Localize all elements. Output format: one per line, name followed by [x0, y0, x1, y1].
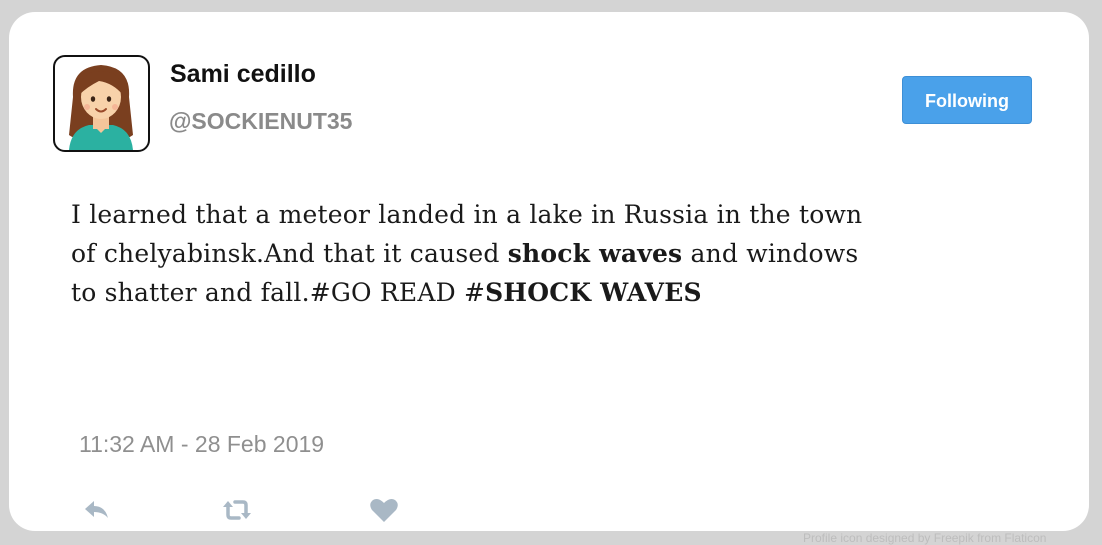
hashtag-shock-waves[interactable]: SHOCK WAVES	[485, 278, 702, 307]
user-handle[interactable]: @SOCKIENUT35	[169, 108, 352, 135]
tweet-line-3: to shatter and fall.#GO READ #SHOCK WAVE…	[71, 273, 1031, 312]
reply-button[interactable]	[79, 492, 115, 528]
tweet-actions	[65, 492, 465, 528]
like-button[interactable]	[366, 492, 402, 528]
retweet-icon	[223, 500, 251, 520]
user-display-name[interactable]: Sami cedillo	[170, 60, 316, 89]
girl-avatar-icon	[69, 65, 133, 150]
retweet-button[interactable]	[219, 492, 255, 528]
tweet-card: Sami cedillo @SOCKIENUT35 Following I le…	[9, 12, 1089, 531]
following-button[interactable]: Following	[902, 76, 1032, 124]
tweet-line-2: of chelyabinsk.And that it caused shock …	[71, 234, 1031, 273]
tweet-line-3-text-a: to shatter and fall.#GO READ #	[71, 278, 486, 307]
tweet-line-2-text-c: and windows	[682, 239, 859, 268]
heart-icon	[370, 499, 398, 522]
tweet-line-1: I learned that a meteor landed in a lake…	[71, 195, 1031, 234]
tweet-line-1-text: I learned that a meteor landed in a lake…	[71, 200, 863, 229]
tweet-emphasis-shock-waves: shock waves	[507, 239, 683, 268]
tweet-timestamp[interactable]: 11:32 AM - 28 Feb 2019	[79, 431, 324, 458]
reply-icon	[85, 501, 108, 518]
profile-avatar[interactable]	[53, 55, 150, 152]
tweet-line-2-text-a: of chelyabinsk.And that it caused	[71, 239, 508, 268]
attribution-credit: Profile icon designed by Freepik from Fl…	[803, 531, 1047, 545]
tweet-text: I learned that a meteor landed in a lake…	[71, 195, 1031, 312]
